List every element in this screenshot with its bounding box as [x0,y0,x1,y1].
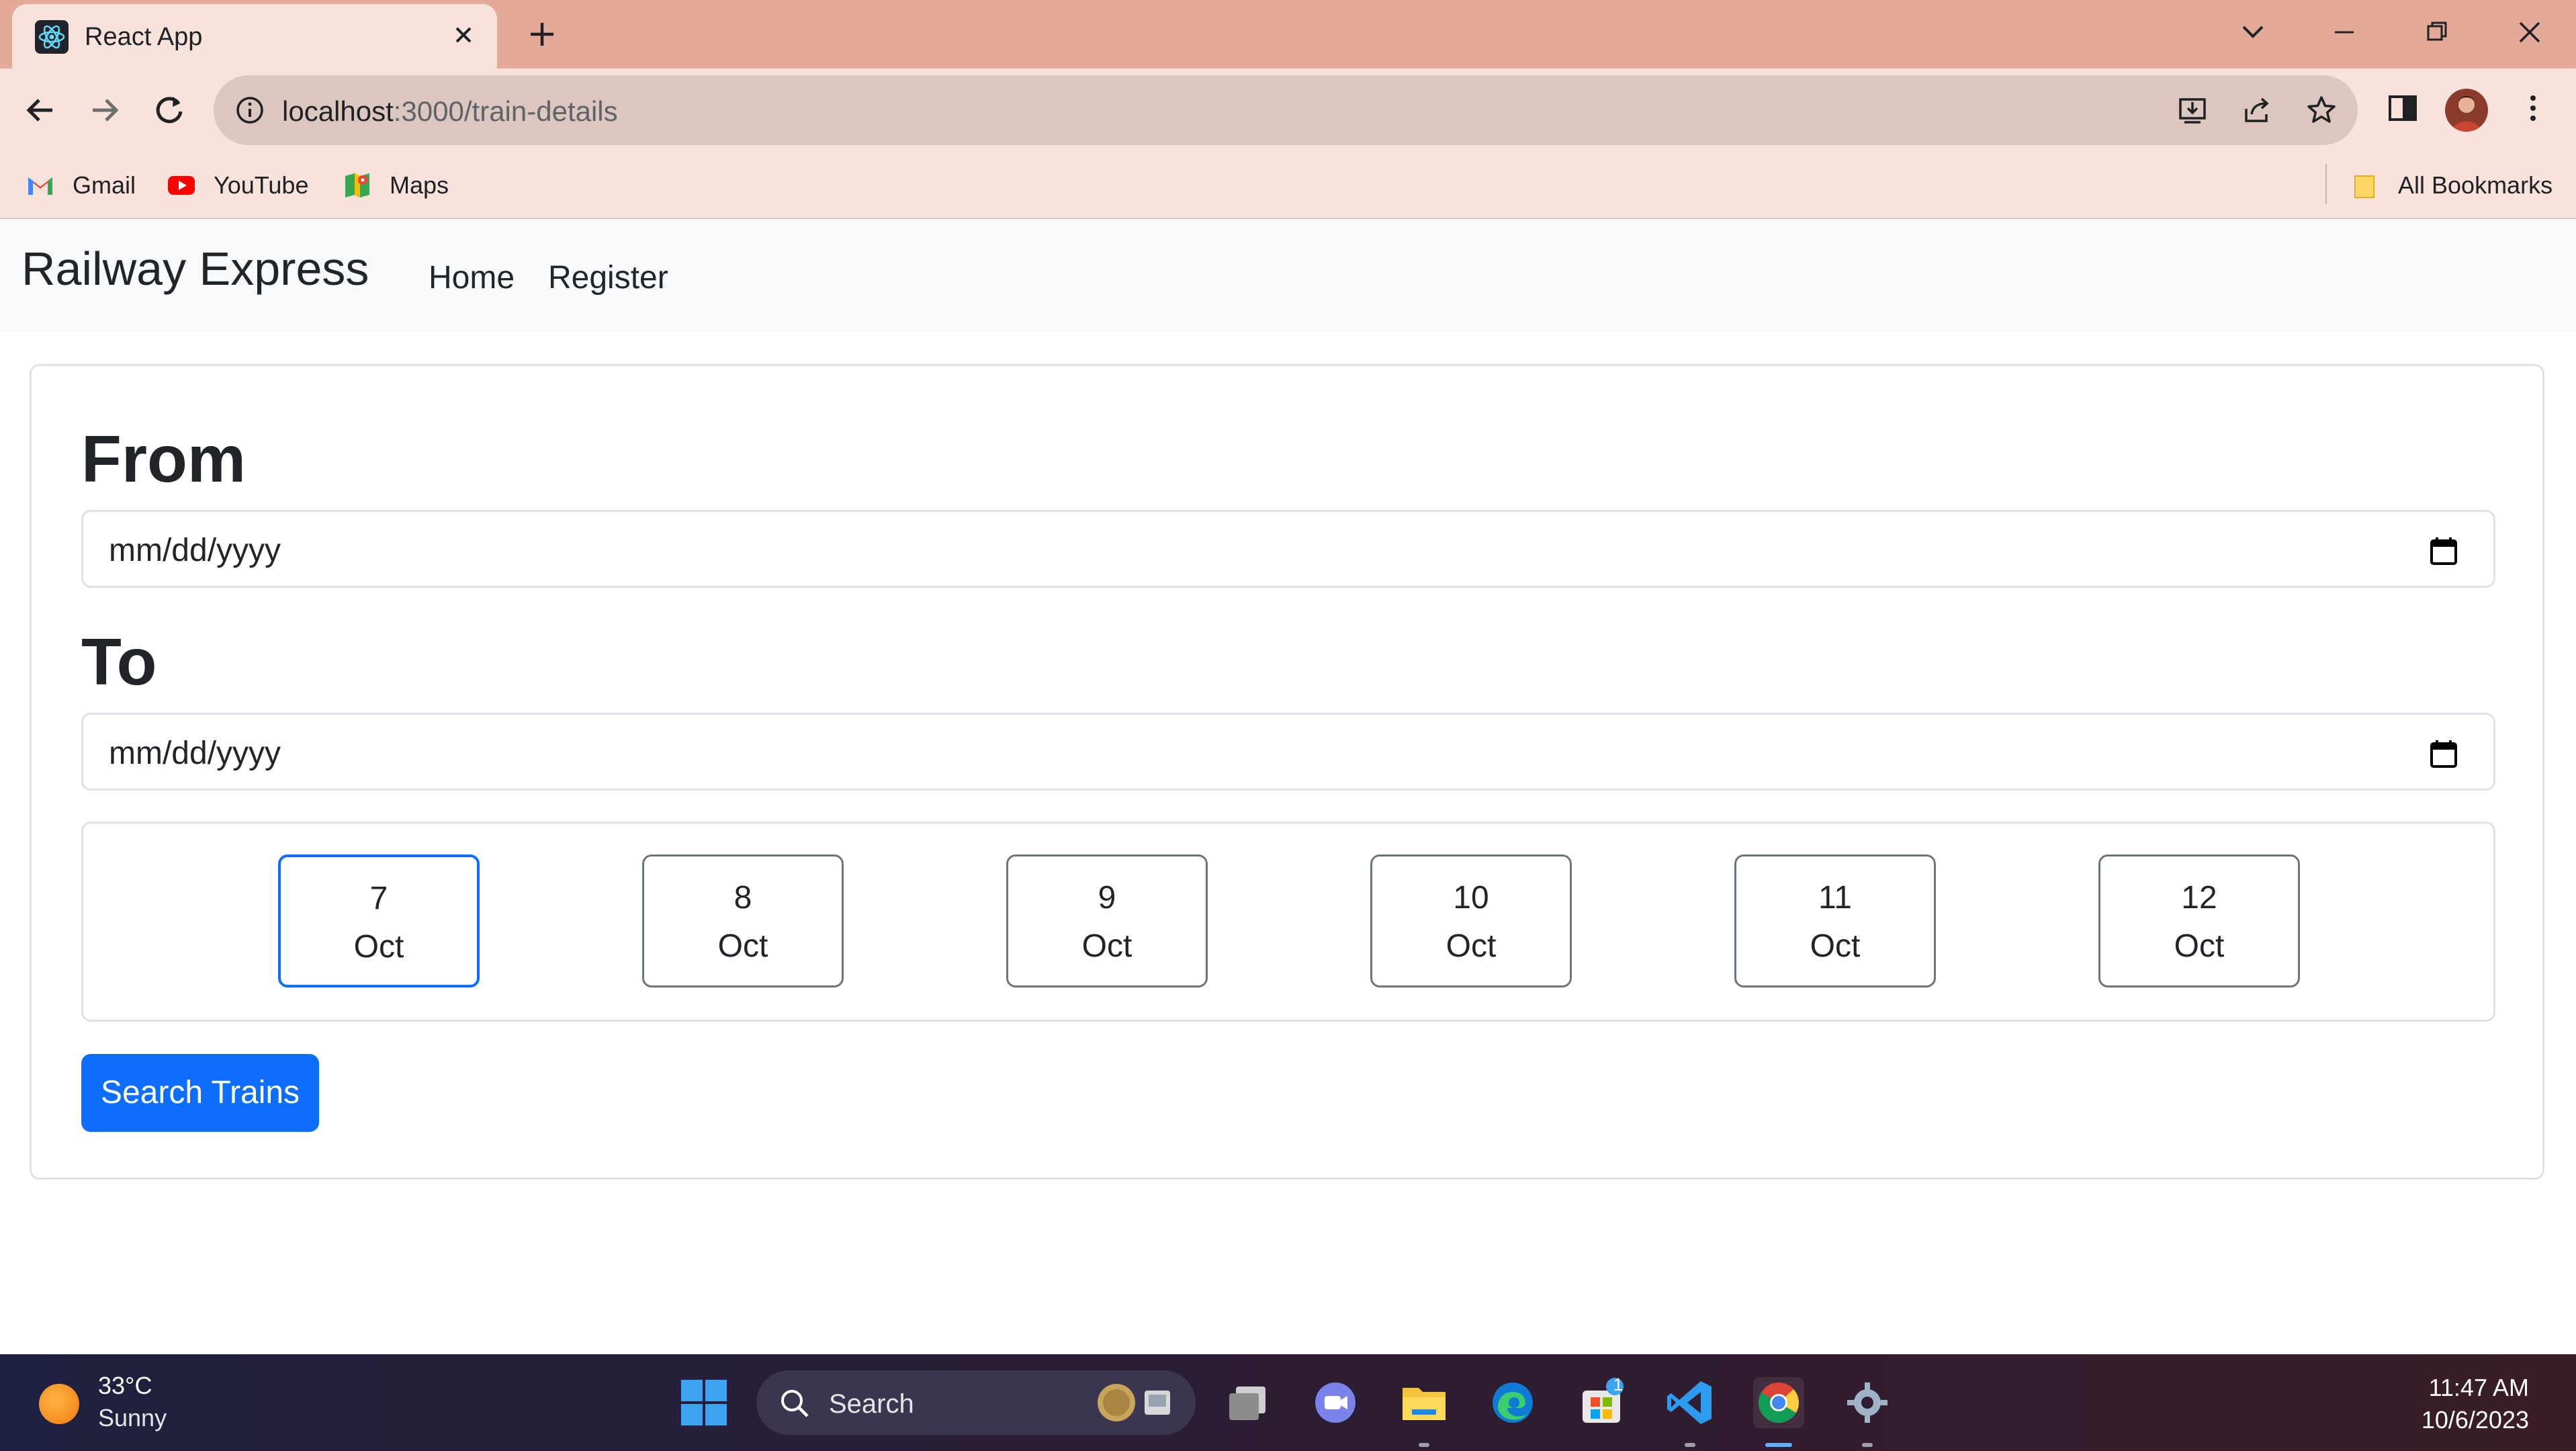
running-indicator [1419,1443,1429,1447]
task-view-icon[interactable] [1223,1377,1274,1428]
date-day: 11 [1818,880,1852,916]
from-label: From [81,422,246,496]
date-day: 12 [2181,880,2217,916]
brand-logo[interactable]: Railway Express [21,242,369,296]
address-bar[interactable]: localhost:3000/train-details [214,75,2358,145]
date-day: 7 [369,881,388,916]
nav-link-home[interactable]: Home [429,259,515,296]
date-day: 9 [1098,880,1116,916]
gmail-icon [26,171,55,200]
back-arrow-icon[interactable] [19,89,62,132]
clock-date: 10/6/2023 [2421,1406,2529,1434]
active-indicator [1765,1443,1792,1447]
date-month: Oct [717,928,768,964]
teams-chat-icon[interactable] [1310,1377,1361,1428]
date-month: Oct [1446,928,1497,964]
url-host: localhost [282,95,394,127]
calendar-icon[interactable] [2428,535,2460,567]
nav-link-register[interactable]: Register [548,259,668,296]
youtube-icon [167,171,196,200]
maps-icon [343,171,372,200]
new-tab-icon[interactable] [524,16,560,52]
chrome-icon[interactable] [1753,1377,1804,1428]
calendar-icon[interactable] [2428,738,2460,770]
forward-arrow-icon[interactable] [83,89,126,132]
windows-start-icon[interactable] [678,1377,729,1428]
bookmark-star-icon[interactable] [2304,93,2339,128]
vscode-icon[interactable] [1664,1377,1716,1428]
search-trains-button[interactable]: Search Trains [81,1054,319,1132]
date-option-7-oct[interactable]: 7 Oct [278,854,480,987]
url-text[interactable]: localhost:3000/train-details [282,95,618,128]
bookmark-label: Maps [390,171,449,199]
settings-gear-icon[interactable] [1842,1377,1893,1428]
browser-tabstrip: React App [0,0,2576,69]
running-indicator [1685,1443,1695,1447]
install-app-icon[interactable] [2175,93,2210,128]
to-label: To [81,625,157,699]
date-option-12-oct[interactable]: 12 Oct [2098,854,2300,987]
taskbar-search-placeholder: Search [829,1389,914,1419]
bookmark-label: YouTube [214,171,309,199]
browser-tab[interactable]: React App [12,4,497,69]
store-badge-count: 1 [1613,1374,1624,1395]
date-month: Oct [353,929,404,965]
file-explorer-icon[interactable] [1398,1377,1450,1428]
date-month: Oct [2174,928,2225,964]
date-option-10-oct[interactable]: 10 Oct [1370,854,1572,987]
train-search-card: From mm/dd/yyyy To mm/dd/yyyy 7 Oct 8 Oc… [30,364,2544,1180]
date-option-9-oct[interactable]: 9 Oct [1006,854,1208,987]
reload-icon[interactable] [148,89,191,132]
sun-weather-icon[interactable] [39,1384,79,1424]
system-clock[interactable]: 11:47 AM 10/6/2023 [2422,1372,2529,1436]
browser-toolbar: localhost:3000/train-details [0,69,2576,152]
weather-temperature[interactable]: 33°C [98,1372,152,1400]
folder-icon [2351,171,2381,200]
bookmark-label: Gmail [73,171,136,199]
url-path: :3000/train-details [393,95,618,127]
restore-icon[interactable] [2417,12,2457,52]
side-panel-icon[interactable] [2382,87,2424,129]
react-icon [35,20,69,54]
date-option-11-oct[interactable]: 11 Oct [1734,854,1936,987]
edge-browser-icon[interactable] [1487,1377,1538,1428]
search-highlight-icon [1095,1381,1178,1424]
from-date-placeholder: mm/dd/yyyy [109,533,281,568]
date-option-8-oct[interactable]: 8 Oct [642,854,844,987]
tab-title: React App [85,23,203,51]
date-day: 8 [734,880,752,916]
taskbar-search-box[interactable]: Search [756,1370,1196,1435]
close-window-icon[interactable] [2510,12,2550,52]
close-tab-icon[interactable] [447,19,480,51]
bookmark-gmail[interactable]: Gmail [26,167,136,204]
site-info-icon[interactable] [234,94,266,126]
running-indicator [1862,1443,1873,1447]
clock-time: 11:47 AM [2428,1374,2529,1401]
bookmarks-bar: Gmail YouTube Maps All Bookmarks [0,152,2576,219]
bookmarks-separator [2325,164,2327,204]
all-bookmarks-label: All Bookmarks [2398,171,2553,199]
app-navbar: Railway Express Home Register [0,219,2576,332]
all-bookmarks-button[interactable]: All Bookmarks [2351,167,2552,204]
bookmark-youtube[interactable]: YouTube [167,167,308,204]
minimize-icon[interactable] [2324,12,2364,52]
date-selector: 7 Oct 8 Oct 9 Oct 10 Oct 11 Oct 12 Oct [81,822,2495,1022]
windows-taskbar: 33°C Sunny Search 1 11:47 AM 10/6/2023 [0,1354,2576,1451]
to-date-input[interactable]: mm/dd/yyyy [81,713,2495,791]
from-date-input[interactable]: mm/dd/yyyy [81,510,2495,588]
date-day: 10 [1453,880,1489,916]
search-icon [778,1387,811,1420]
share-icon[interactable] [2239,93,2274,128]
tab-search-chevron-icon[interactable] [2233,12,2273,52]
weather-description[interactable]: Sunny [98,1404,167,1432]
more-menu-icon[interactable] [2512,87,2554,129]
date-month: Oct [1810,928,1861,964]
profile-avatar[interactable] [2445,89,2488,132]
date-month: Oct [1081,928,1132,964]
bookmark-maps[interactable]: Maps [343,167,449,204]
to-date-placeholder: mm/dd/yyyy [109,736,281,771]
